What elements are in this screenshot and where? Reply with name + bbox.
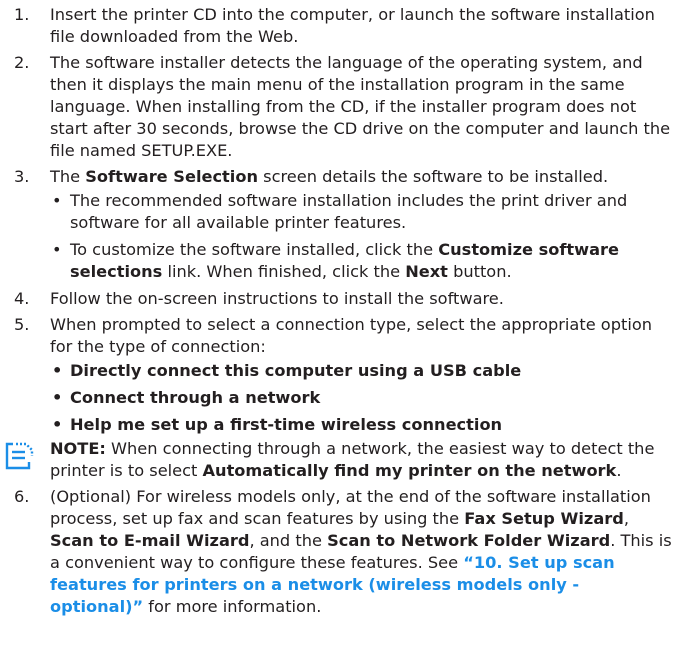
step-1: 1. Insert the printer CD into the comput… [0,4,674,48]
step-number: 2. [14,53,30,72]
connection-options: • Directly connect this computer using a… [50,360,674,436]
scan-to-email-wizard: Scan to E-mail Wizard [50,531,250,550]
step-number: 3. [14,167,30,186]
software-selection-label: Software Selection [85,167,258,186]
note: NOTE: When connecting through a network,… [0,438,674,482]
bullet-dot: • [52,361,63,380]
note-end: . [616,461,622,480]
instructions: 1. Insert the printer CD into the comput… [0,4,674,622]
step-text-before: The [50,167,86,186]
bullet-recommended: • The recommended software installation … [50,190,674,234]
step-number: 5. [14,315,30,334]
option-network: • Connect through a network [50,387,674,409]
step-text-end: for more information. [143,597,322,616]
separator: , and the [249,531,328,550]
option-text: Directly connect this computer using a U… [70,361,522,380]
option-text: Connect through a network [70,388,321,407]
bullet-dot: • [52,388,63,407]
scan-to-network-folder-wizard: Scan to Network Folder Wizard [327,531,611,550]
step-4: 4. Follow the on-screen instructions to … [0,288,674,310]
step-number: 6. [14,487,30,506]
bullet-text: The recommended software installation in… [70,191,628,232]
bullet-customize: • To customize the software installed, c… [50,239,674,283]
step-number: 4. [14,289,30,308]
note-icon [5,442,34,470]
step-3: 3. The Software Selection screen details… [0,166,674,283]
fax-setup-wizard: Fax Setup Wizard [464,509,624,528]
note-label: NOTE: [50,439,106,458]
option-wireless: • Help me set up a first-time wireless c… [50,414,674,436]
step-number: 1. [14,5,30,24]
step-6: 6. (Optional) For wireless models only, … [0,486,674,618]
bullet-dot: • [52,415,63,434]
step-5: 5. When prompted to select a connection … [0,314,674,436]
step-text: When prompted to select a connection typ… [50,315,652,356]
option-text: Help me set up a first-time wireless con… [70,415,503,434]
bullet-text-end: button. [447,262,512,281]
bullet-text: To customize the software installed, cli… [70,240,439,259]
step-3-bullets: • The recommended software installation … [50,190,674,283]
step-text: Insert the printer CD into the computer,… [50,5,655,46]
step-text: The software installer detects the langu… [50,53,671,160]
option-usb: • Directly connect this computer using a… [50,360,674,382]
bullet-text-mid: link. When finished, click the [162,262,406,281]
step-text-after: screen details the software to be instal… [258,167,609,186]
next-button-label: Next [405,262,448,281]
step-text: Follow the on-screen instructions to ins… [50,289,504,308]
separator: , [623,509,629,528]
auto-find-option: Automatically find my printer on the net… [202,461,617,480]
bullet-dot: • [52,191,62,210]
bullet-dot: • [52,240,62,259]
step-2: 2. The software installer detects the la… [0,52,674,162]
